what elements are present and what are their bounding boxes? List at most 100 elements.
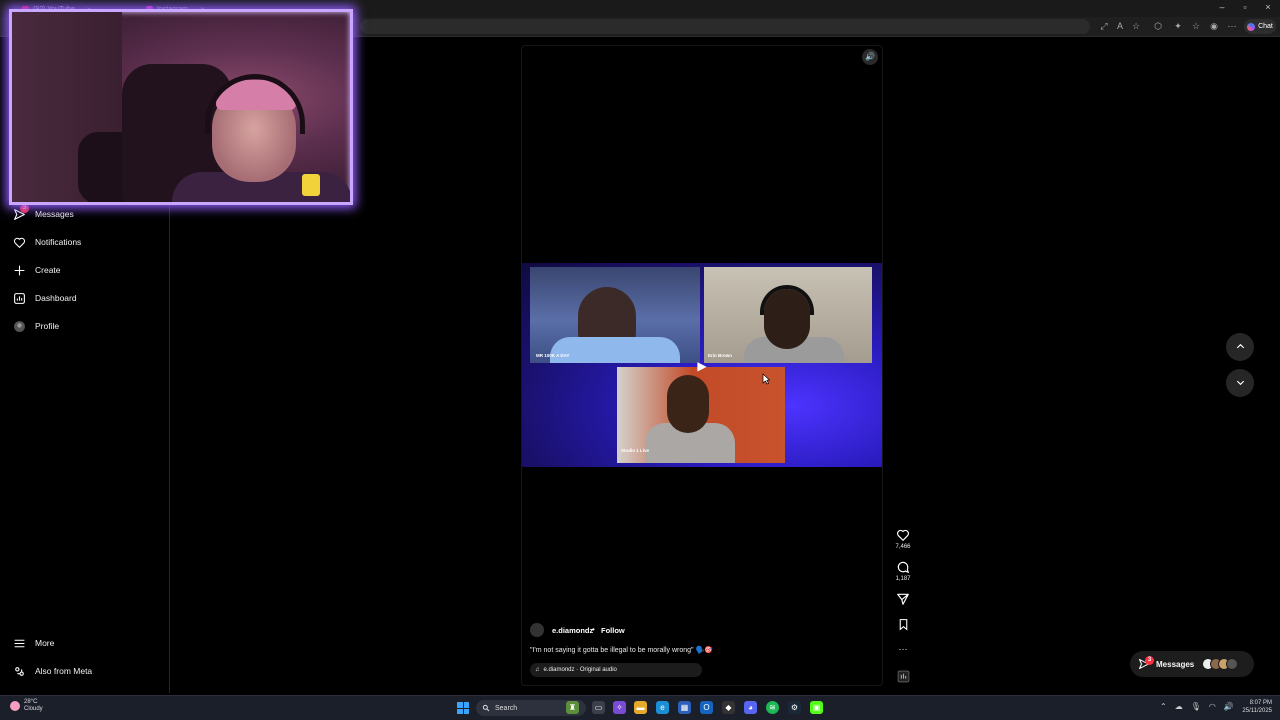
follow-button[interactable]: Follow (601, 626, 625, 635)
more-options-icon[interactable]: ··· (893, 644, 913, 654)
heart-icon (897, 529, 909, 542)
extensions-icon[interactable]: ⬡ (1152, 20, 1164, 32)
participant-headset (760, 285, 814, 315)
favorites-icon[interactable]: ☆ (1190, 20, 1202, 32)
meta-icon (12, 664, 26, 678)
steam-icon[interactable]: ⚙ (788, 701, 801, 714)
dashboard-icon (12, 291, 26, 305)
messages-pill-label: Messages (1156, 659, 1195, 669)
minimize-button[interactable]: – (1212, 2, 1232, 12)
participant-label: Studio 1 Live (621, 448, 650, 453)
mouse-cursor-icon (762, 372, 771, 385)
sidebar-item-label: Profile (35, 321, 60, 331)
system-tray: ⌃ ☁ 🎙 ◠ 🔊 (1160, 702, 1234, 711)
weather-desc: Cloudy (24, 706, 43, 712)
speaker-icon[interactable]: 🔊 (862, 49, 878, 65)
chevron-up-icon[interactable]: ⌃ (1160, 702, 1167, 711)
bookmark-icon (899, 619, 907, 631)
sidebar-item-notifications[interactable]: Notifications (12, 232, 81, 252)
outlook-icon[interactable]: O (700, 701, 713, 714)
sidebar-item-profile[interactable]: Profile (12, 316, 59, 336)
author-name[interactable]: e.diamondz (552, 626, 593, 635)
webcam-overlay (9, 9, 353, 205)
weather-widget[interactable]: 28°C Cloudy (10, 699, 43, 713)
save-button[interactable] (893, 618, 913, 636)
send-icon: 3 (12, 204, 29, 221)
sidebar-item-more[interactable]: More (12, 633, 54, 653)
original-audio-link[interactable]: ♫ e.diamondz · Original audio (530, 663, 702, 677)
play-icon[interactable]: ▶ (695, 359, 709, 373)
send-icon (897, 593, 909, 605)
cloud-icon[interactable]: ☁ (1175, 702, 1183, 711)
menu-icon (12, 636, 26, 650)
chevron-up-icon (1236, 343, 1244, 349)
plus-icon (12, 263, 26, 277)
microphone-icon[interactable]: 🎙 (1191, 702, 1201, 711)
sidebar-item-also-from-meta[interactable]: Also from Meta (12, 661, 92, 681)
sidebar-item-label: Messages (35, 209, 74, 219)
more-icon[interactable]: ⋯ (1226, 20, 1238, 32)
kick-icon[interactable]: ▣ (810, 701, 823, 714)
previous-reel-button[interactable] (1226, 333, 1254, 361)
close-window-button[interactable]: × (1258, 2, 1278, 12)
copilot-chat-button[interactable]: Chat (1244, 19, 1276, 34)
messages-badge: 3 (1145, 656, 1154, 665)
puzzle-icon[interactable]: ✦ (1172, 20, 1184, 32)
sidebar-item-label: Notifications (35, 237, 82, 247)
audio-label: e.diamondz · Original audio (543, 667, 617, 673)
comment-count: 1,187 (895, 576, 911, 582)
windows-start-icon[interactable] (457, 702, 469, 714)
copilot-app-icon[interactable]: ✧ (613, 701, 626, 714)
author-avatar[interactable] (530, 623, 544, 637)
audio-icon (897, 670, 909, 683)
chat-label: Chat (1258, 23, 1273, 30)
wifi-icon[interactable]: ◠ (1209, 702, 1216, 711)
task-view-icon[interactable]: ▭ (592, 701, 605, 714)
clock-time: 8:07 PM (1249, 700, 1272, 706)
heart-icon (12, 235, 26, 249)
weather-icon (10, 701, 20, 711)
sidebar-item-dashboard[interactable]: Dashboard (12, 288, 77, 308)
maximize-button[interactable]: ▫ (1235, 2, 1255, 12)
store-icon[interactable]: ▦ (678, 701, 691, 714)
favorite-icon[interactable]: ☆ (1130, 20, 1142, 32)
participant-video: Erin Brown (704, 267, 872, 363)
sidebar-item-messages[interactable]: 3 Messages (12, 204, 74, 224)
edge-icon[interactable]: e (656, 701, 669, 714)
open-external-icon[interactable]: ⤢ (1098, 20, 1110, 32)
profile-avatar-icon[interactable]: ◉ (1208, 20, 1220, 32)
app-icon[interactable]: ◆ (722, 701, 735, 714)
participant-face (667, 375, 709, 433)
music-note-icon: ♫ (535, 667, 540, 673)
profile-icon (12, 319, 26, 333)
search-label: Search (495, 704, 518, 712)
reel-caption[interactable]: "I'm not saying it gotta be illegal to b… (530, 646, 713, 654)
sidebar-item-create[interactable]: Create (12, 260, 61, 280)
chevron-down-icon (1236, 380, 1244, 386)
file-explorer-icon[interactable]: ▬ (634, 701, 647, 714)
url-input[interactable] (360, 19, 1090, 34)
clock-date: 25/11/2025 (1242, 708, 1272, 714)
game-app-icon[interactable]: ♜ (566, 701, 579, 714)
read-aloud-icon[interactable]: A (1114, 20, 1126, 32)
participant-video: MR 100K A DAY (530, 267, 700, 363)
participant-video: Studio 1 Live (617, 367, 785, 463)
copilot-icon (1247, 22, 1256, 31)
avatar (1226, 658, 1239, 670)
audio-thumbnail[interactable] (893, 670, 913, 688)
discord-icon[interactable]: ◕ (744, 701, 757, 714)
weather-temp: 28°C (24, 699, 38, 705)
like-count: 7,466 (895, 544, 911, 550)
sidebar-item-label: More (35, 638, 55, 648)
spotify-icon[interactable]: ≋ (766, 701, 779, 714)
volume-icon[interactable]: 🔊 (1224, 702, 1234, 711)
share-button[interactable] (893, 592, 913, 611)
webcam-drink (302, 174, 320, 196)
sidebar-item-label: Dashboard (35, 293, 77, 303)
taskbar-clock[interactable]: 8:07 PM 25/11/2025 (1236, 699, 1272, 715)
participant-label: MR 100K A DAY (536, 353, 570, 358)
participant-shirt (550, 337, 680, 363)
participant-label: Erin Brown (708, 353, 733, 358)
next-reel-button[interactable] (1226, 369, 1254, 397)
messages-pill-button[interactable]: 3 Messages (1130, 651, 1254, 677)
